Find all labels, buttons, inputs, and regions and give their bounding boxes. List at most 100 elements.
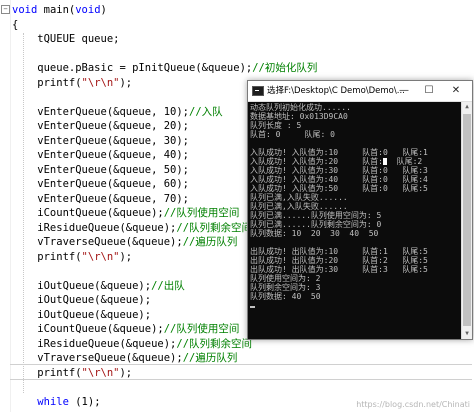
console-title: 选择F:\Desktop\C Demo\Demo\... — [267, 86, 405, 96]
console-line-text: 出队成功! 出队值为:20 队首:2 队尾:5 — [250, 256, 428, 265]
code-line[interactable]: void main(void) — [12, 3, 107, 18]
code-line[interactable]: iResidueQueue(&queue);//队列剩余空间 — [12, 221, 252, 236]
console-line-text: 队列剩余空间为: 3 — [250, 283, 321, 292]
console-output: 动态队列初始化成功...... 数据基地址: 0x013D9CA0 队列长度 : 5… — [250, 103, 460, 337]
code-text: vEnterQueue(&queue, 50); — [12, 163, 190, 176]
code-comment: //队列剩余空间 — [176, 221, 253, 234]
console-line: 入队成功! 入队值为:40 队首:0 队尾:4 — [250, 175, 460, 184]
console-line-text: 队列数据: 10 20 30 40 50 — [250, 229, 379, 238]
code-text: queue.pBasic = pInitQueue(&queue); — [12, 62, 253, 74]
close-button[interactable]: ✕ — [446, 81, 466, 101]
console-line: 动态队列初始化成功...... — [250, 103, 460, 112]
fold-toggle-icon[interactable]: − — [1, 5, 10, 14]
code-text: tQUEUE queue; — [12, 33, 120, 45]
console-line-text: 队列使用空间为: 2 — [250, 274, 321, 283]
console-line-text: 出队成功! 出队值为:30 队首:3 队尾:5 — [250, 265, 428, 274]
code-comment: //队列使用空间 — [163, 207, 240, 219]
code-text: vEnterQueue(&queue, 60); — [12, 178, 190, 190]
code-line[interactable]: iOutQueue(&queue); — [12, 293, 151, 308]
code-line[interactable]: vTraverseQueue(&queue);//遍历队列 — [12, 235, 237, 250]
code-text: vEnterQueue(&queue, 20); — [12, 120, 190, 132]
console-line-text: 入队成功! 入队值为:20 队首: — [250, 157, 383, 166]
code-line[interactable]: vEnterQueue(&queue, 60); — [12, 177, 189, 192]
console-app-icon — [252, 86, 264, 96]
code-line[interactable]: iResidueQueue(&queue);//队列剩余空间 — [12, 337, 252, 352]
code-keyword: void — [12, 4, 38, 16]
code-text: ); — [119, 76, 133, 89]
console-line: 队列使用空间为: 2 — [250, 274, 460, 283]
maximize-button[interactable]: ☐ — [419, 81, 439, 101]
code-text: vEnterQueue(&queue, 70); — [12, 192, 190, 205]
code-line[interactable]: while (1); — [12, 395, 101, 410]
code-comment: //遍历队列 — [182, 352, 238, 364]
console-line: 入队成功! 入队值为:50 队首:0 队尾:5 — [250, 184, 460, 193]
code-comment: //出队 — [151, 279, 185, 292]
code-text: vEnterQueue(&queue, 40); — [12, 149, 190, 161]
code-line[interactable]: { — [12, 18, 18, 33]
code-text: ) — [100, 4, 107, 16]
console-window[interactable]: 选择F:\Desktop\C Demo\Demo\... — ☐ ✕ 动态队列初… — [247, 80, 473, 340]
console-titlebar[interactable]: 选择F:\Desktop\C Demo\Demo\... — ☐ ✕ — [248, 81, 472, 102]
code-line[interactable]: iCountQueue(&queue);//队列使用空间 — [12, 322, 239, 337]
console-line-text: 动态队列初始化成功...... — [250, 103, 351, 112]
code-line[interactable]: vEnterQueue(&queue, 40); — [12, 148, 189, 163]
code-text: printf( — [12, 76, 82, 89]
console-caret — [250, 306, 255, 308]
console-line-text: 队列已满......队列剩余空间为: 0 — [250, 220, 382, 229]
code-line[interactable]: vTraverseQueue(&queue);//遍历队列 — [12, 351, 237, 366]
code-line[interactable]: vEnterQueue(&queue, 50); — [12, 163, 189, 178]
console-line-text: 队首: 0 队尾: 0 — [250, 130, 335, 139]
code-text: iResidueQueue(&queue); — [12, 221, 177, 234]
console-line: 入队成功! 入队值为:20 队首: 队尾:2 — [250, 157, 460, 166]
code-line[interactable]: vEnterQueue(&queue, 10);//入队 — [12, 105, 222, 120]
console-line: 队列数据: 40 50 — [250, 292, 460, 301]
console-line: 队列已满,入队失败...... — [250, 202, 460, 211]
minimize-button[interactable]: — — [394, 81, 414, 101]
console-line: 队首: 0 队尾: 0 — [250, 130, 460, 139]
code-comment: //队列剩余空间 — [176, 337, 253, 350]
console-line-text: 队列已满......队列使用空间为: 5 — [250, 211, 382, 220]
console-line: 入队成功! 入队值为:10 队首:0 队尾:1 — [250, 148, 460, 157]
console-line: 队列长度 : 5 — [250, 121, 460, 130]
scroll-up-icon[interactable]: ▲ — [462, 102, 472, 112]
console-scrollbar[interactable]: ▲ ▼ — [461, 102, 472, 339]
scroll-down-icon[interactable]: ▼ — [462, 329, 472, 339]
console-line: 队列已满......队列使用空间为: 5 — [250, 211, 460, 220]
code-text: vEnterQueue(&queue, 30); — [12, 134, 190, 147]
code-line[interactable]: iOutQueue(&queue); — [12, 308, 151, 323]
code-string: "\r\n" — [81, 76, 120, 89]
code-line[interactable]: printf("\r\n"); — [12, 366, 132, 381]
console-line-text: 入队成功! 入队值为:30 队首:0 队尾:3 — [250, 166, 428, 175]
code-comment: //队列使用空间 — [163, 323, 240, 335]
code-text: ); — [119, 366, 133, 379]
code-line[interactable]: iOutQueue(&queue);//出队 — [12, 279, 185, 294]
code-line[interactable]: vEnterQueue(&queue, 70); — [12, 192, 189, 207]
console-prompt — [250, 301, 460, 310]
code-string: "\r\n" — [81, 366, 120, 379]
console-line-text: 入队成功! 入队值为:50 队首:0 队尾:5 — [250, 184, 428, 193]
code-line[interactable]: tQUEUE queue; — [12, 32, 119, 47]
console-line: 出队成功! 出队值为:10 队首:1 队尾:5 — [250, 247, 460, 256]
console-line-text: 入队成功! 入队值为:10 队首:0 队尾:1 — [250, 148, 428, 157]
code-text: vTraverseQueue(&queue); — [12, 236, 183, 248]
console-line-text: 队列已满,入队失败...... — [250, 202, 348, 211]
code-line[interactable]: printf("\r\n"); — [12, 76, 132, 91]
code-keyword: void — [75, 4, 101, 16]
code-comment: //初始化队列 — [252, 62, 318, 74]
code-line[interactable]: queue.pBasic = pInitQueue(&queue);//初始化队… — [12, 61, 317, 76]
code-line[interactable]: printf("\r\n"); — [12, 250, 132, 265]
code-text: ); — [119, 250, 133, 263]
code-line[interactable]: vEnterQueue(&queue, 20); — [12, 119, 189, 134]
code-text: vTraverseQueue(&queue); — [12, 352, 183, 364]
code-line[interactable]: vEnterQueue(&queue, 30); — [12, 134, 189, 149]
editor-gutter: − — [0, 0, 11, 412]
code-text: { — [12, 18, 19, 31]
console-line: 队列已满,入队失败...... — [250, 193, 460, 202]
code-line[interactable]: iCountQueue(&queue);//队列使用空间 — [12, 206, 239, 221]
code-text: (1); — [68, 395, 101, 408]
console-line: 入队成功! 入队值为:30 队首:0 队尾:3 — [250, 166, 460, 175]
scroll-thumb[interactable] — [463, 114, 471, 326]
watermark: https://blog.csdn.net/Chinati — [356, 400, 470, 409]
code-comment: //遍历队列 — [182, 236, 238, 248]
